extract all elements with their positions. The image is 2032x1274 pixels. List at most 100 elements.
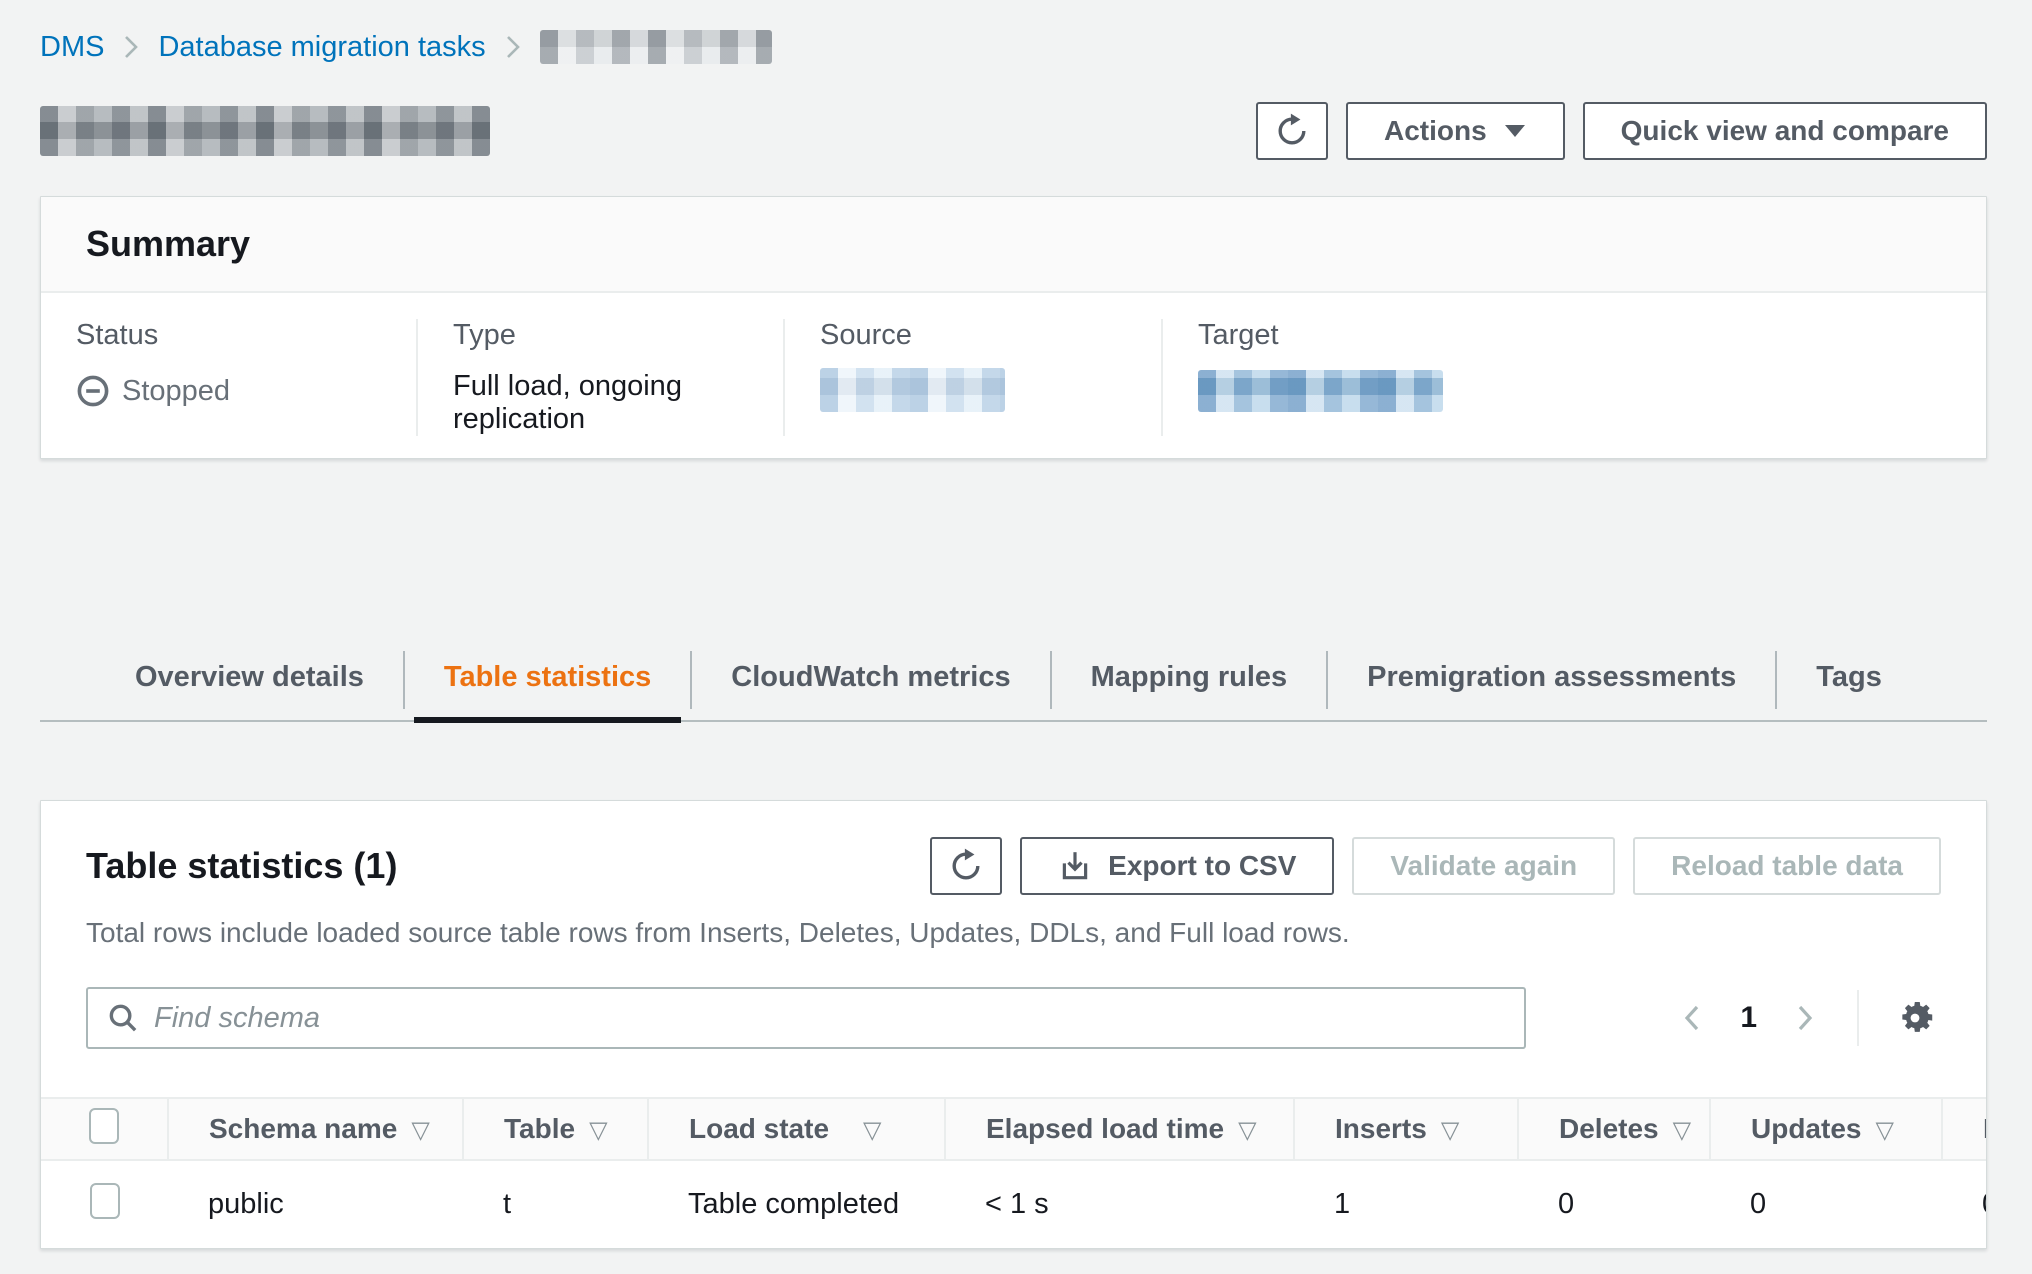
status-label: Status — [76, 319, 396, 352]
summary-title: Summary — [86, 223, 1941, 265]
type-value: Full load, ongoing replication — [453, 370, 763, 436]
summary-field-source: Source — [783, 319, 1161, 436]
row-select-cell — [41, 1160, 168, 1248]
task-tabs: Overview details Table statistics CloudW… — [40, 647, 1987, 722]
column-label: Elapsed load time — [986, 1113, 1224, 1144]
table-toolbar: 1 — [86, 987, 1941, 1049]
source-label: Source — [820, 319, 1141, 352]
table-statistics-buttons: Export to CSV Validate again Reload tabl… — [930, 837, 1941, 895]
cell-elapsed-load-time: < 1 s — [945, 1160, 1294, 1248]
breadcrumb-link-dms[interactable]: DMS — [40, 31, 104, 64]
validate-again-button[interactable]: Validate again — [1352, 837, 1615, 895]
target-value-redacted[interactable] — [1198, 370, 1443, 412]
cell-inserts: 1 — [1294, 1160, 1518, 1248]
refresh-icon — [948, 848, 984, 884]
sort-icon: ▽ — [1875, 1116, 1893, 1144]
reload-table-data-button[interactable]: Reload table data — [1633, 837, 1941, 895]
chevron-left-icon — [1678, 1001, 1706, 1035]
summary-panel-header: Summary — [41, 197, 1986, 293]
cell-load-state: Table completed — [648, 1160, 945, 1248]
pagination: 1 — [1670, 990, 1941, 1046]
tab-table-statistics[interactable]: Table statistics — [404, 647, 691, 720]
cell-table: t — [463, 1160, 648, 1248]
statistics-table: Schema name▽ Table▽ Load state▽ Elapsed … — [41, 1097, 1986, 1248]
tab-mapping-rules[interactable]: Mapping rules — [1051, 647, 1328, 720]
search-icon — [106, 1001, 140, 1035]
breadcrumb-link-migration-tasks[interactable]: Database migration tasks — [158, 31, 485, 64]
column-label: Updates — [1751, 1113, 1861, 1144]
column-label: Deletes — [1559, 1113, 1659, 1144]
column-header-inserts[interactable]: Inserts ▽ — [1294, 1098, 1518, 1160]
table-statistics-panel: Table statistics (1) — [40, 800, 1987, 1249]
sort-icon: ▽ — [1673, 1116, 1691, 1144]
tab-cloudwatch-metrics[interactable]: CloudWatch metrics — [691, 647, 1050, 720]
quick-view-compare-label: Quick view and compare — [1621, 115, 1949, 147]
column-label: Inserts — [1335, 1113, 1427, 1144]
tab-tags[interactable]: Tags — [1776, 647, 1922, 720]
column-header-table[interactable]: Table ▽ — [463, 1098, 648, 1160]
export-csv-label: Export to CSV — [1108, 850, 1296, 882]
column-label: Schema name — [209, 1113, 397, 1144]
chevron-right-icon — [502, 32, 524, 62]
page-title-redacted — [40, 106, 490, 156]
refresh-button[interactable] — [1256, 102, 1328, 160]
statistics-table-container: Schema name▽ Table▽ Load state▽ Elapsed … — [41, 1097, 1986, 1248]
gear-icon — [1893, 996, 1937, 1040]
type-label: Type — [453, 319, 763, 352]
schema-search-input[interactable] — [154, 989, 1506, 1047]
actions-button-label: Actions — [1384, 115, 1487, 147]
sort-icon: ▽ — [1441, 1116, 1459, 1144]
cell-updates: 0 — [1710, 1160, 1942, 1248]
breadcrumb-task-name-redacted — [540, 30, 772, 64]
summary-panel: Summary Status Stopped Type Full load, — [40, 196, 1987, 459]
column-header-updates[interactable]: Updates ▽ — [1710, 1098, 1942, 1160]
caret-down-icon — [1503, 123, 1527, 139]
source-value-redacted[interactable] — [820, 368, 1005, 412]
column-header-deletes[interactable]: Deletes ▽ — [1518, 1098, 1710, 1160]
export-csv-button[interactable]: Export to CSV — [1020, 837, 1334, 895]
column-label: D — [1983, 1113, 1986, 1144]
sort-icon: ▽ — [1238, 1116, 1256, 1144]
row-checkbox[interactable] — [90, 1183, 120, 1219]
target-label: Target — [1198, 319, 1966, 352]
reload-table-data-label: Reload table data — [1671, 850, 1903, 882]
table-statistics-header: Table statistics (1) — [86, 837, 1941, 895]
table-refresh-button[interactable] — [930, 837, 1002, 895]
actions-button[interactable]: Actions — [1346, 102, 1565, 160]
column-label: Load state — [689, 1113, 829, 1144]
column-header-elapsed-load-time[interactable]: Elapsed load time ▽ — [945, 1098, 1294, 1160]
previous-page-button[interactable] — [1670, 993, 1714, 1043]
tab-premigration-assessments[interactable]: Premigration assessments — [1327, 647, 1776, 720]
cell-deletes: 0 — [1518, 1160, 1710, 1248]
cell-ddls-clipped: 0 — [1942, 1160, 1986, 1248]
cell-schema-name: public — [168, 1160, 463, 1248]
table-row: public t Table completed < 1 s 1 0 0 0 — [41, 1160, 1986, 1248]
validate-again-label: Validate again — [1390, 850, 1577, 882]
page-header: Actions Quick view and compare — [40, 102, 1987, 160]
dms-task-page: DMS Database migration tasks Actions — [0, 0, 2032, 1249]
select-all-cell — [41, 1098, 168, 1160]
table-statistics-title: Table statistics (1) — [86, 837, 397, 887]
summary-body: Status Stopped Type Full load, ongoing r… — [41, 293, 1986, 458]
download-icon — [1058, 849, 1092, 883]
schema-search — [86, 987, 1526, 1049]
preferences-button[interactable] — [1889, 992, 1941, 1044]
header-button-group: Actions Quick view and compare — [1256, 102, 1987, 160]
table-header-row: Schema name▽ Table▽ Load state▽ Elapsed … — [41, 1098, 1986, 1160]
column-label: Table — [504, 1113, 575, 1144]
summary-field-target: Target — [1161, 319, 1986, 436]
pagination-divider — [1857, 990, 1859, 1046]
status-text: Stopped — [122, 375, 230, 408]
column-header-ddls-clipped[interactable]: D — [1942, 1098, 1986, 1160]
chevron-right-icon — [120, 32, 142, 62]
summary-field-type: Type Full load, ongoing replication — [416, 319, 783, 436]
quick-view-compare-button[interactable]: Quick view and compare — [1583, 102, 1987, 160]
minus-circle-icon — [76, 374, 110, 408]
select-all-checkbox[interactable] — [89, 1108, 119, 1144]
column-header-load-state[interactable]: Load state▽ — [648, 1098, 945, 1160]
tab-overview-details[interactable]: Overview details — [95, 647, 404, 720]
next-page-button[interactable] — [1783, 993, 1827, 1043]
sort-icon: ▽ — [589, 1116, 607, 1144]
column-header-schema-name[interactable]: Schema name▽ — [168, 1098, 463, 1160]
current-page-number: 1 — [1724, 1001, 1773, 1035]
